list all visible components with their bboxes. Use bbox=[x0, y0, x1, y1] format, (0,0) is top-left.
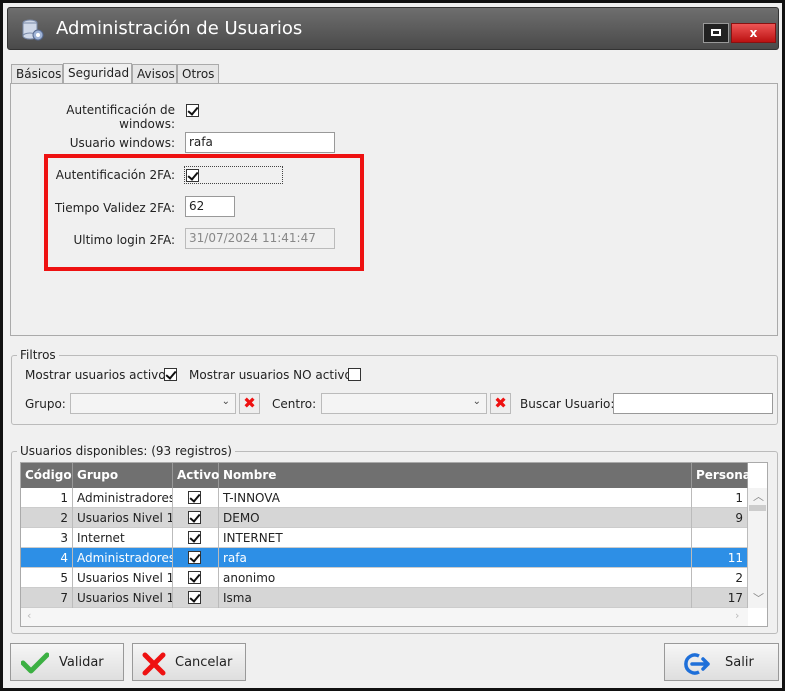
col-persona[interactable]: Persona bbox=[692, 463, 751, 488]
chevron-down-icon: ⌄ bbox=[221, 396, 230, 407]
col-grupo[interactable]: Grupo bbox=[73, 463, 173, 488]
cell-nombre[interactable]: DEMO bbox=[219, 508, 692, 528]
cell-activo[interactable] bbox=[173, 528, 219, 548]
cell-nombre[interactable]: Isma bbox=[219, 588, 692, 608]
cell-persona[interactable]: 11 bbox=[692, 548, 748, 568]
active-checkbox[interactable] bbox=[188, 491, 201, 504]
database-gear-icon bbox=[22, 19, 44, 41]
cell-persona[interactable] bbox=[692, 528, 748, 548]
cell-activo[interactable] bbox=[173, 568, 219, 588]
chevron-down-icon[interactable]: ﹀ bbox=[753, 590, 764, 606]
cell-activo[interactable] bbox=[173, 508, 219, 528]
cell-codigo[interactable]: 4 bbox=[21, 548, 73, 568]
filters-group bbox=[11, 355, 778, 425]
windows-auth-label: Autentificación de windows: bbox=[66, 103, 175, 131]
search-user-label: Buscar Usuario: bbox=[520, 397, 615, 411]
red-x-icon bbox=[142, 652, 166, 676]
chevron-left-icon[interactable]: ‹ bbox=[27, 609, 31, 622]
col-activo[interactable]: Activo bbox=[173, 463, 219, 488]
tab-basicos[interactable]: Básicos bbox=[11, 64, 63, 83]
scroll-thumb[interactable] bbox=[749, 505, 766, 511]
chevron-down-icon: ⌄ bbox=[472, 396, 481, 407]
table-row[interactable]: 2 Usuarios Nivel 1 DEMO 9 bbox=[21, 508, 748, 528]
exit-label: Salir bbox=[725, 655, 754, 670]
cell-nombre[interactable]: INTERNET bbox=[219, 528, 692, 548]
cell-codigo[interactable]: 3 bbox=[21, 528, 73, 548]
windows-auth-checkbox[interactable] bbox=[186, 104, 199, 117]
cancel-label: Cancelar bbox=[175, 655, 233, 670]
center-filter-label: Centro: bbox=[272, 397, 317, 411]
highlight-annotation bbox=[44, 154, 364, 271]
validate-label: Validar bbox=[59, 655, 104, 670]
users-legend: Usuarios disponibles: (93 registros) bbox=[17, 444, 235, 458]
window-title: Administración de Usuarios bbox=[56, 18, 303, 39]
group-filter-label: Grupo: bbox=[25, 397, 66, 411]
active-checkbox[interactable] bbox=[188, 551, 201, 564]
clear-group-button[interactable]: ✖ bbox=[239, 393, 260, 414]
exit-button[interactable]: Salir bbox=[664, 643, 779, 681]
active-checkbox[interactable] bbox=[188, 531, 201, 544]
chevron-up-icon[interactable]: ︿ bbox=[753, 488, 764, 504]
user-admin-window: Administración de Usuarios x Básicos Seg… bbox=[0, 0, 785, 691]
group-combo[interactable]: ⌄ bbox=[70, 393, 236, 414]
title-bar[interactable]: Administración de Usuarios x bbox=[7, 7, 779, 50]
show-active-checkbox[interactable] bbox=[164, 368, 177, 381]
show-inactive-label: Mostrar usuarios NO activos bbox=[189, 368, 359, 382]
cell-nombre[interactable]: anonimo bbox=[219, 568, 692, 588]
show-active-label: Mostrar usuarios activos bbox=[25, 368, 172, 382]
cell-persona[interactable]: 17 bbox=[692, 588, 748, 608]
search-user-input[interactable] bbox=[613, 393, 773, 414]
tab-otros[interactable]: Otros bbox=[177, 64, 219, 83]
grid-header: Código Grupo Activo Nombre Persona bbox=[21, 463, 751, 488]
center-combo[interactable]: ⌄ bbox=[321, 393, 487, 414]
cell-activo[interactable] bbox=[173, 488, 219, 508]
table-row[interactable]: 3 Internet INTERNET bbox=[21, 528, 748, 548]
cell-codigo[interactable]: 2 bbox=[21, 508, 73, 528]
cell-activo[interactable] bbox=[173, 588, 219, 608]
filters-legend: Filtros bbox=[17, 348, 59, 362]
table-row[interactable]: 4 Administradores rafa 11 bbox=[21, 548, 748, 568]
close-button[interactable]: x bbox=[731, 23, 776, 43]
show-inactive-checkbox[interactable] bbox=[348, 368, 361, 381]
cell-codigo[interactable]: 5 bbox=[21, 568, 73, 588]
table-row[interactable]: 7 Usuarios Nivel 1 Isma 17 bbox=[21, 588, 748, 608]
cell-activo[interactable] bbox=[173, 548, 219, 568]
cell-codigo[interactable]: 1 bbox=[21, 488, 73, 508]
cell-persona[interactable]: 1 bbox=[692, 488, 748, 508]
active-checkbox[interactable] bbox=[188, 591, 201, 604]
users-grid: Código Grupo Activo Nombre Persona 1 Admi… bbox=[20, 462, 768, 627]
cell-persona[interactable]: 9 bbox=[692, 508, 748, 528]
maximize-button[interactable] bbox=[703, 23, 729, 43]
windows-user-label: Usuario windows: bbox=[69, 136, 175, 150]
windows-user-input[interactable]: rafa bbox=[185, 132, 335, 153]
exit-arrow-icon bbox=[684, 653, 710, 675]
cell-persona[interactable]: 2 bbox=[692, 568, 748, 588]
table-row[interactable]: 5 Usuarios Nivel 1 anonimo 2 bbox=[21, 568, 748, 588]
clear-center-button[interactable]: ✖ bbox=[490, 393, 511, 414]
tab-seguridad[interactable]: Seguridad bbox=[63, 63, 132, 84]
cell-grupo[interactable]: Usuarios Nivel 1 bbox=[73, 508, 173, 528]
cell-grupo[interactable]: Administradores bbox=[73, 548, 173, 568]
cell-nombre[interactable]: rafa bbox=[219, 548, 692, 568]
table-row[interactable]: 1 Administradores T-INNOVA 1 bbox=[21, 488, 748, 508]
horizontal-scrollbar[interactable]: ‹ › bbox=[21, 608, 748, 626]
cell-grupo[interactable]: Internet bbox=[73, 528, 173, 548]
cell-codigo[interactable]: 7 bbox=[21, 588, 73, 608]
cell-nombre[interactable]: T-INNOVA bbox=[219, 488, 692, 508]
cell-grupo[interactable]: Usuarios Nivel 1 bbox=[73, 588, 173, 608]
col-nombre[interactable]: Nombre bbox=[219, 463, 692, 488]
active-checkbox[interactable] bbox=[188, 571, 201, 584]
cell-grupo[interactable]: Usuarios Nivel 1 bbox=[73, 568, 173, 588]
chevron-right-icon[interactable]: › bbox=[735, 609, 739, 622]
tab-avisos[interactable]: Avisos bbox=[132, 64, 177, 83]
active-checkbox[interactable] bbox=[188, 511, 201, 524]
validate-button[interactable]: Validar bbox=[10, 643, 124, 681]
col-codigo[interactable]: Código bbox=[21, 463, 73, 488]
checkmark-icon bbox=[21, 652, 49, 674]
cell-grupo[interactable]: Administradores bbox=[73, 488, 173, 508]
cancel-button[interactable]: Cancelar bbox=[132, 643, 246, 681]
vertical-scrollbar[interactable]: ︿ ﹀ bbox=[748, 488, 767, 608]
